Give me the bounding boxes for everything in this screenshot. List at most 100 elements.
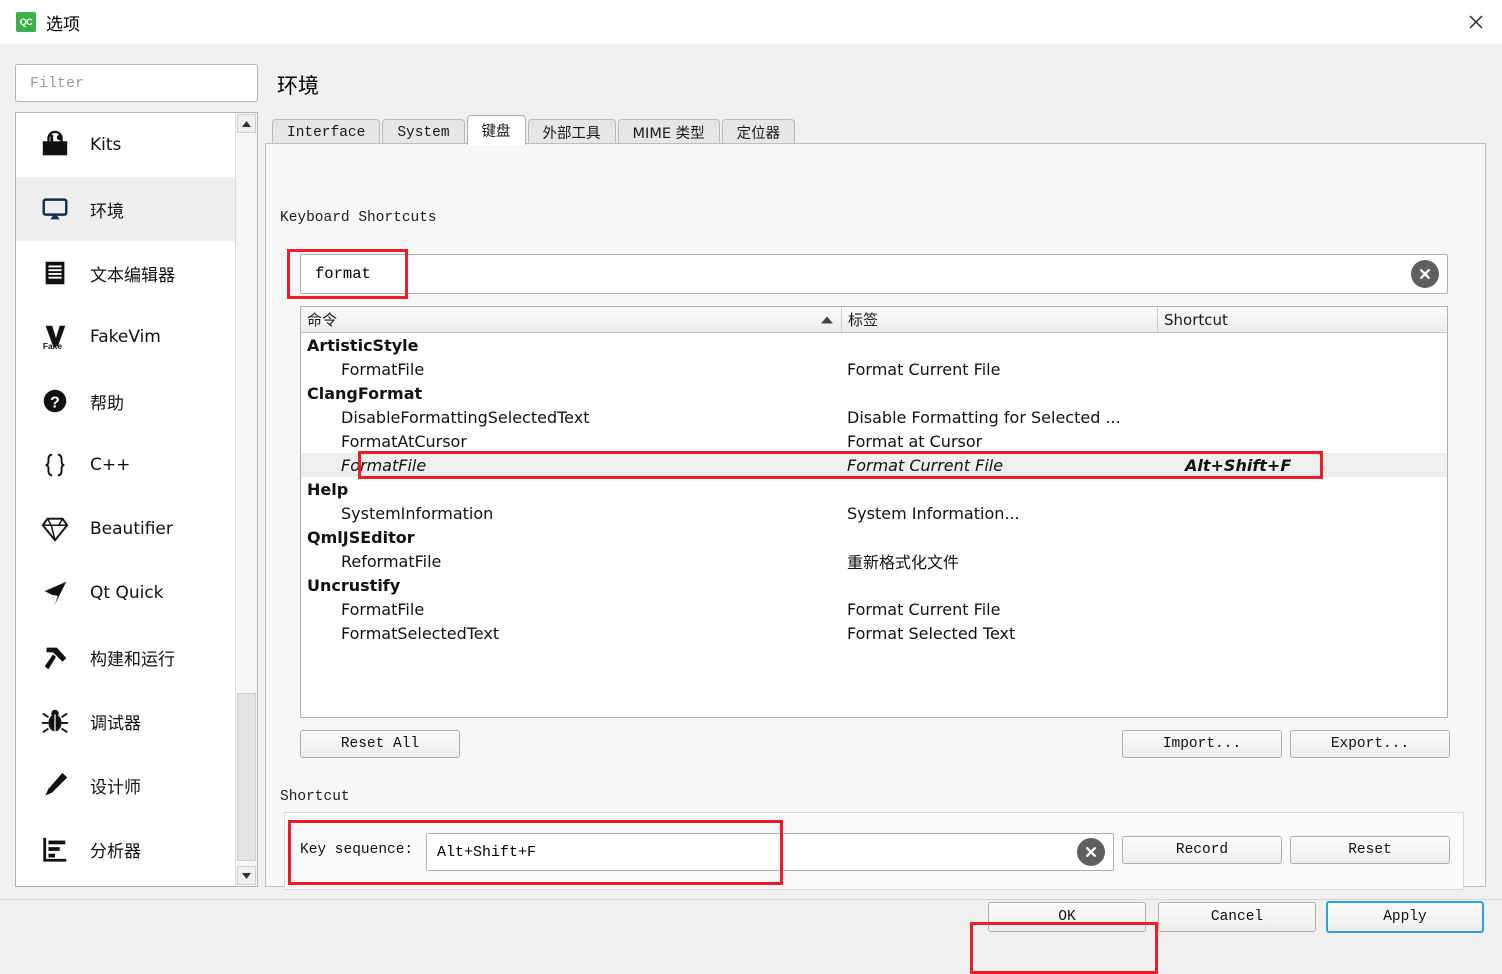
bug-icon	[41, 709, 69, 734]
table-row[interactable]: ArtisticStyle	[301, 333, 1447, 357]
title-bar-left: QC 选项	[0, 10, 80, 35]
cell-command: FormatAtCursor	[341, 431, 467, 451]
column-header-label-label: 标签	[848, 311, 879, 329]
sidebar-item--[interactable]: 调试器	[16, 689, 235, 753]
sidebar-item-label: Kits	[90, 135, 122, 155]
reset-shortcut-button[interactable]: Reset	[1290, 836, 1450, 864]
kits-toolbox-icon	[38, 128, 72, 162]
document-lines-icon	[38, 256, 72, 290]
cell-command: SystemInformation	[341, 503, 494, 523]
shortcut-search-input[interactable]	[309, 264, 1411, 284]
export-button[interactable]: Export...	[1290, 730, 1450, 758]
cell-label: 重新格式化文件	[847, 553, 960, 572]
tab-mime-[interactable]: MIME 类型	[617, 119, 720, 145]
clear-key-sequence-button[interactable]	[1077, 838, 1105, 866]
filter-input[interactable]	[28, 73, 245, 93]
sidebar-filter-box[interactable]	[15, 64, 258, 102]
table-row[interactable]: Help	[301, 477, 1447, 501]
tab--[interactable]: 定位器	[721, 119, 796, 145]
table-row[interactable]: FormatAtCursor Format at Cursor	[301, 429, 1447, 453]
sidebar-item-kits[interactable]: Kits	[16, 113, 235, 177]
pencil-icon	[45, 772, 68, 796]
tab-bar: Interface System 键盘 外部工具 MIME 类型 定位器	[272, 115, 1482, 145]
sidebar-item--[interactable]: 环境	[16, 177, 235, 241]
question-mark-icon: ?	[38, 384, 72, 418]
close-window-button[interactable]	[1450, 0, 1502, 44]
table-row[interactable]: FormatFile Format Current File	[301, 357, 1447, 381]
tab--[interactable]: 键盘	[466, 115, 526, 145]
diamond-icon	[41, 517, 69, 542]
column-header-command[interactable]: 命令	[301, 307, 841, 332]
sidebar-item-label: 环境	[90, 201, 124, 222]
table-row[interactable]: QmlJSEditor	[301, 525, 1447, 549]
cell-command: FormatFile	[341, 599, 425, 619]
record-button[interactable]: Record	[1122, 836, 1282, 864]
sidebar-item-beautifier[interactable]: Beautifier	[16, 497, 235, 561]
shortcuts-table-body: ArtisticStyle FormatFile Format Current Fi…	[301, 333, 1447, 717]
cell-command: Uncrustify	[307, 575, 401, 595]
sidebar-item--[interactable]: 构建和运行	[16, 625, 235, 689]
kits-toolbox-icon	[42, 130, 68, 156]
shortcuts-table-header: 命令 标签 Shortcut	[301, 307, 1447, 333]
cancel-button[interactable]: Cancel	[1158, 902, 1316, 932]
table-row[interactable]: FormatFile Format Current File	[301, 597, 1447, 621]
bug-icon	[38, 704, 72, 738]
key-sequence-box[interactable]	[426, 833, 1114, 871]
sidebar-item-label: 调试器	[90, 713, 141, 734]
tab-system[interactable]: System	[382, 119, 465, 145]
scrollbar-thumb[interactable]	[237, 693, 256, 861]
scroll-up-arrow-button[interactable]	[237, 114, 256, 133]
table-row[interactable]: FormatFile Format Current File Alt+Shift+F	[301, 453, 1447, 477]
sidebar-item-label: 分析器	[90, 841, 141, 862]
column-header-shortcut[interactable]: Shortcut	[1157, 307, 1447, 332]
svg-text:Fake: Fake	[43, 341, 63, 351]
scroll-down-arrow-button[interactable]	[237, 866, 256, 885]
ok-button[interactable]: OK	[988, 902, 1146, 932]
table-row[interactable]: ClangFormat	[301, 381, 1447, 405]
monitor-icon	[42, 198, 68, 220]
table-row[interactable]: ReformatFile 重新格式化文件	[301, 549, 1447, 573]
cell-shortcut: Alt+Shift+F	[1185, 455, 1292, 475]
sidebar-item-fakevim[interactable]: Fake FakeVim	[16, 305, 235, 369]
cell-command: DisableFormattingSelectedText	[341, 407, 590, 427]
sidebar-item--[interactable]: 设计师	[16, 753, 235, 817]
cell-command: QmlJSEditor	[307, 527, 415, 547]
paper-plane-icon	[44, 581, 67, 605]
cell-label: Disable Formatting for Selected ...	[847, 407, 1121, 427]
sidebar-item--[interactable]: 文本编辑器	[16, 241, 235, 305]
tab-interface[interactable]: Interface	[272, 119, 381, 145]
cell-command: ReformatFile	[341, 551, 442, 571]
sidebar-item--[interactable]: ? 帮助	[16, 369, 235, 433]
column-header-label[interactable]: 标签	[841, 307, 1157, 332]
cell-label: Format Current File	[847, 455, 1004, 475]
sidebar-item-c-[interactable]: C++	[16, 433, 235, 497]
svg-text:?: ?	[50, 395, 60, 412]
reset-all-button[interactable]: Reset All	[300, 730, 460, 758]
cell-label: Format Current File	[847, 599, 1001, 619]
monitor-icon	[38, 192, 72, 226]
import-button[interactable]: Import...	[1122, 730, 1282, 758]
clear-search-button[interactable]	[1411, 260, 1439, 288]
clear-circle-icon	[1420, 269, 1430, 279]
curly-braces-icon	[45, 453, 65, 477]
app-icon-label: QC	[19, 17, 33, 27]
shortcut-search-box[interactable]	[300, 254, 1448, 294]
table-row[interactable]: Uncrustify	[301, 573, 1447, 597]
table-row[interactable]: SystemInformation System Information...	[301, 501, 1447, 525]
hammer-icon	[38, 640, 72, 674]
sidebar-item-qt-quick[interactable]: Qt Quick	[16, 561, 235, 625]
table-row[interactable]: FormatSelectedText Format Selected Text	[301, 621, 1447, 645]
sidebar-scrollbar[interactable]	[235, 113, 257, 886]
sidebar-item-label: C++	[90, 455, 131, 475]
column-header-command-label: 命令	[307, 311, 338, 329]
clear-circle-icon	[1086, 847, 1096, 857]
tab--[interactable]: 外部工具	[527, 119, 616, 145]
sidebar-item-label: Beautifier	[90, 519, 173, 539]
sort-ascending-icon	[821, 316, 833, 323]
key-sequence-input[interactable]	[435, 842, 1077, 862]
table-row[interactable]: DisableFormattingSelectedText Disable For…	[301, 405, 1447, 429]
diamond-icon	[38, 512, 72, 546]
sidebar-item--[interactable]: 分析器	[16, 817, 235, 881]
apply-button[interactable]: Apply	[1326, 901, 1484, 933]
close-icon	[1469, 15, 1483, 29]
